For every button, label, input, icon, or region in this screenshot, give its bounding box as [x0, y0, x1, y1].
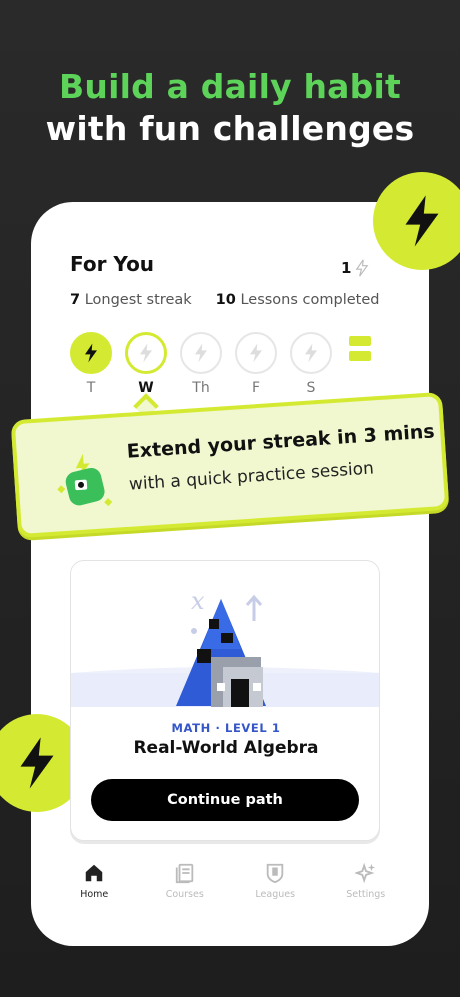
stats-row: 7 Longest streak 10 Lessons completed	[70, 292, 379, 308]
headline-line-2: with fun challenges	[45, 109, 415, 148]
course-kicker: MATH · LEVEL 1	[171, 721, 281, 735]
day-label: S	[306, 380, 316, 396]
marketing-headline: Build a daily habit with fun challenges	[0, 66, 460, 150]
bolt-outline-icon	[250, 343, 262, 363]
bolt-outline-icon	[140, 343, 152, 363]
leagues-icon	[267, 863, 284, 884]
day-item-w[interactable]: W	[125, 332, 167, 396]
settings-icon	[354, 862, 375, 884]
course-card[interactable]: x MATH · LEVEL 1 Real-World Algebra Cont…	[70, 560, 380, 841]
day-item-th[interactable]: Th	[180, 332, 222, 396]
day-label: Th	[192, 380, 210, 396]
day-label: T	[86, 380, 96, 396]
longest-streak-stat: 7 Longest streak	[70, 292, 192, 308]
day-circle	[70, 332, 112, 374]
svg-text:x: x	[191, 587, 205, 615]
day-item-s[interactable]: S	[290, 332, 332, 396]
lessons-value: 10	[215, 292, 236, 308]
nav-item-home[interactable]: Home	[58, 862, 130, 912]
streak-battery-icon	[349, 336, 371, 366]
nav-label: Home	[80, 889, 109, 900]
day-item-f[interactable]: F	[235, 332, 277, 396]
day-label: F	[251, 380, 261, 396]
nav-label: Leagues	[255, 889, 296, 900]
headline-line-1: Build a daily habit	[59, 67, 401, 106]
nav-item-settings[interactable]: Settings	[330, 862, 402, 912]
streak-counter[interactable]: 1	[341, 258, 369, 278]
nav-item-leagues[interactable]: Leagues	[239, 862, 311, 912]
banner-title: Extend your streak in 3 mins	[126, 420, 436, 463]
nav-label: Courses	[165, 889, 204, 900]
bolt-badge-top	[373, 172, 460, 270]
practice-mascot-icon	[53, 451, 121, 521]
day-item-t[interactable]: T	[70, 332, 112, 396]
page-title: For You	[70, 252, 155, 276]
bolt-icon	[20, 737, 54, 789]
bolt-outline-icon	[356, 259, 369, 277]
nav-label: Settings	[346, 889, 386, 900]
courses-icon	[175, 863, 193, 884]
longest-streak-value: 7	[70, 292, 81, 308]
bolt-outline-icon	[305, 343, 317, 363]
streak-count-value: 1	[341, 259, 352, 277]
bolt-icon	[85, 343, 97, 363]
course-title: Real-World Algebra	[133, 738, 319, 758]
banner-subtitle: with a quick practice session	[128, 458, 375, 495]
continue-path-button[interactable]: Continue path	[91, 779, 359, 821]
day-circle	[125, 332, 167, 374]
bolt-icon	[405, 195, 439, 247]
day-circle	[290, 332, 332, 374]
lessons-label: Lessons completed	[240, 292, 380, 308]
lessons-stat: 10 Lessons completed	[216, 292, 380, 308]
home-icon	[86, 864, 103, 882]
longest-streak-label: Longest streak	[84, 292, 192, 308]
day-circle	[235, 332, 277, 374]
bottom-nav: Home Courses Leagues Settings	[31, 862, 429, 912]
day-circle	[180, 332, 222, 374]
nav-item-courses[interactable]: Courses	[149, 862, 221, 912]
course-illustration: x	[71, 561, 379, 707]
bolt-outline-icon	[195, 343, 207, 363]
